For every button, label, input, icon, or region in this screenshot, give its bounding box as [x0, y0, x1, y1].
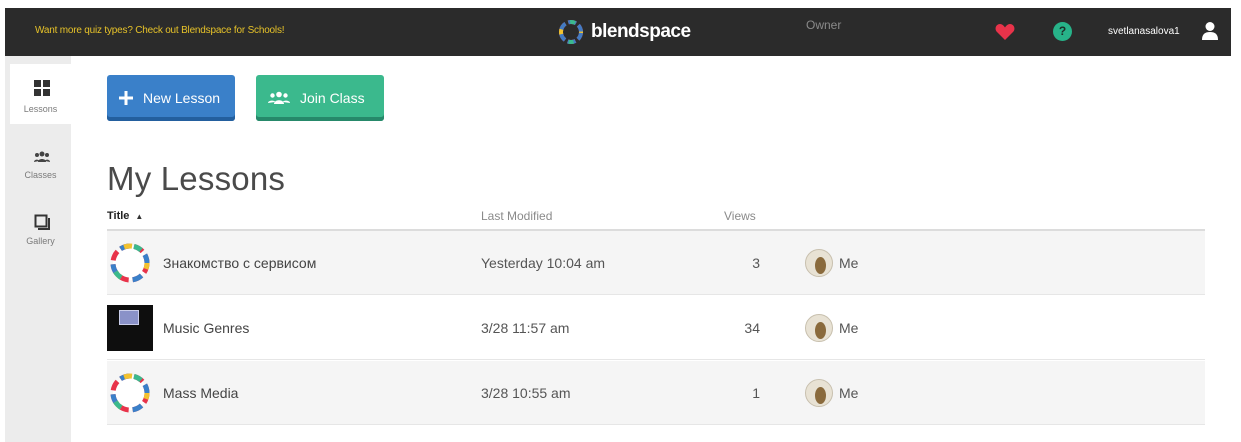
sidebar-item-label: Lessons	[23, 104, 58, 114]
brand-logo[interactable]: blendspace	[558, 18, 691, 46]
user-icon[interactable]	[1201, 21, 1219, 41]
sidebar-item-classes[interactable]: Classes	[10, 136, 71, 196]
blendspace-logo-icon	[559, 20, 583, 44]
table-row[interactable]: Music Genres 3/28 11:57 am 34 Me	[107, 296, 1205, 360]
new-lesson-button[interactable]: New Lesson	[107, 75, 235, 121]
table-row[interactable]: Mass Media 3/28 10:55 am 1 Me	[107, 361, 1205, 425]
brand-name: blendspace	[591, 21, 691, 42]
plus-icon	[119, 91, 133, 105]
grid-icon	[34, 80, 50, 96]
page-title: My Lessons	[107, 160, 286, 197]
join-class-label: Join Class	[300, 90, 365, 106]
table-row[interactable]: Знакомство с сервисом Yesterday 10:04 am…	[107, 231, 1205, 295]
users-icon	[268, 91, 290, 104]
lesson-owner: Me	[805, 379, 858, 407]
username-label[interactable]: svetlanasalova1	[1108, 26, 1180, 37]
gallery-icon	[34, 214, 50, 230]
lesson-title[interactable]: Music Genres	[163, 320, 249, 336]
top-bar: Want more quiz types? Check out Blendspa…	[5, 8, 1231, 56]
app-window: Want more quiz types? Check out Blendspa…	[0, 0, 1241, 442]
lesson-views: 3	[752, 255, 760, 271]
lesson-modified: Yesterday 10:04 am	[481, 255, 606, 271]
users-icon	[34, 151, 50, 162]
owner-name: Me	[839, 385, 859, 401]
lesson-thumbnail-blendspace-icon	[110, 373, 150, 413]
help-icon[interactable]: ?	[1053, 22, 1072, 41]
lesson-owner: Me	[805, 249, 858, 277]
lesson-modified: 3/28 11:57 am	[481, 320, 570, 336]
lesson-thumbnail-screen-icon	[107, 305, 153, 351]
heart-icon[interactable]	[995, 23, 1015, 41]
promo-link[interactable]: Want more quiz types? Check out Blendspa…	[35, 25, 285, 36]
owner-name: Me	[839, 255, 859, 271]
avatar	[805, 249, 833, 277]
sidebar-item-lessons[interactable]: Lessons	[10, 64, 71, 124]
column-header-views[interactable]: Views	[724, 209, 756, 223]
new-lesson-label: New Lesson	[143, 90, 221, 106]
sort-ascending-icon: ▲	[135, 212, 144, 221]
owner-name: Me	[839, 320, 859, 336]
lesson-owner: Me	[805, 314, 858, 342]
avatar	[805, 314, 833, 342]
avatar	[805, 379, 833, 407]
column-header-owner[interactable]: Owner	[806, 18, 841, 32]
sidebar-item-gallery[interactable]: Gallery	[10, 202, 71, 262]
join-class-button[interactable]: Join Class	[256, 75, 384, 121]
column-header-title[interactable]: Title ▲	[107, 210, 143, 222]
sidebar: Lessons Classes Gallery	[5, 56, 71, 442]
lesson-title[interactable]: Знакомство с сервисом	[163, 255, 316, 271]
lesson-views: 1	[752, 385, 760, 401]
lesson-thumbnail-blendspace-icon	[110, 243, 150, 283]
column-header-title-label: Title	[107, 210, 130, 222]
lesson-views: 34	[744, 320, 760, 336]
lesson-modified: 3/28 10:55 am	[481, 385, 571, 401]
lesson-title[interactable]: Mass Media	[163, 385, 238, 401]
column-header-last-modified[interactable]: Last Modified	[481, 209, 552, 223]
sidebar-item-label: Classes	[24, 170, 57, 180]
sidebar-item-label: Gallery	[26, 236, 55, 246]
